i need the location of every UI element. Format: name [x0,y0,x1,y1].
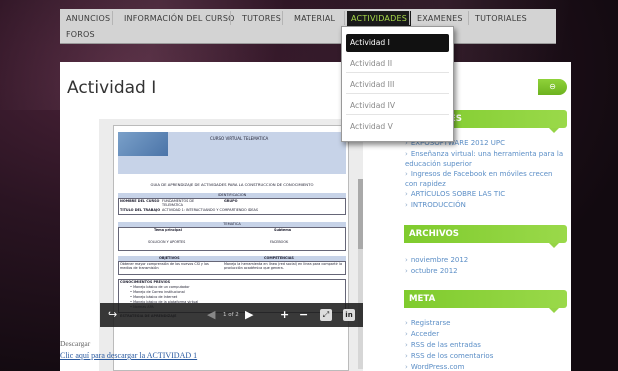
nav-separator [468,11,469,25]
nav-separator [112,11,113,25]
chevron-right-icon: › [405,267,408,275]
zoom-out-icon[interactable]: − [299,303,308,327]
doc-tema-principal: Tema principal [154,228,182,232]
fullscreen-icon[interactable]: ⤢ [320,309,332,321]
doc-header-title: CURSO VIRTUAL TELEMATICA [210,136,269,141]
chevron-right-icon: › [405,170,408,178]
nav-separator [344,11,345,25]
viewer-toolbar: ↪ ◀ 1 of 2 ▶ + − ⤢ in [100,303,363,327]
prev-page-icon[interactable]: ◀ [207,303,215,327]
nav-separator [282,11,283,25]
chevron-right-icon: › [405,190,408,198]
nav-item-examenes[interactable]: EXAMENES [413,11,467,27]
linkedin-icon[interactable]: in [343,309,355,321]
doc-prev-item: • Manejo básico de un computador [130,285,190,289]
doc-label-nombre: NOMBRE DEL CURSO [120,199,160,203]
nav-item-tutoriales[interactable]: TUTORIALES [471,11,531,27]
search-icon: ⊖ [549,82,556,91]
doc-tema-value: SOLUCION Y APORTES [148,240,186,244]
document-viewer[interactable]: CURSO VIRTUAL TELEMATICA GUIA DE APRENDI… [99,119,363,371]
doc-label-grupo: GRUPO [224,199,238,203]
download-label: Descargar [60,339,91,348]
meta-link[interactable]: › WordPress.com [405,362,565,371]
content-panel: Actividad I CURSO VIRTUAL TELEMATICA GUI… [60,62,571,371]
doc-prev-item: • Manejo básico de Internet [130,295,178,299]
chevron-right-icon: › [405,352,408,360]
chevron-right-icon: › [405,150,408,158]
widget-title-meta: META [404,290,567,313]
nav-separator [230,11,231,25]
next-page-icon[interactable]: ▶ [245,303,253,327]
viewer-scrollbar-thumb[interactable] [358,179,363,249]
nav-item-tutores[interactable]: TUTORES [238,11,285,27]
document-page: CURSO VIRTUAL TELEMATICA GUIA DE APRENDI… [113,125,349,371]
doc-logo [118,132,168,156]
nav-item-material[interactable]: MATERIAL [290,11,339,27]
nav-separator [409,11,410,25]
doc-prev-item: • Manejo de Correo institucional [130,290,185,294]
nav-item-anuncios[interactable]: ANUNCIOS [62,11,114,27]
doc-subtema: Subtema [274,228,292,232]
recent-post-link[interactable]: › INTRODUCCIÓN [405,200,565,210]
archive-link[interactable]: › noviembre 2012 [405,255,565,265]
nav-item-foros[interactable]: FOROS [62,27,99,43]
nav-item-actividades[interactable]: ACTIVIDADES [347,11,411,27]
search-button[interactable]: ⊖ [538,79,567,95]
dropdown-item-actividad-2[interactable]: Actividad II [346,55,449,73]
recent-post-link[interactable]: › Enseñanza virtual: una herramienta para… [405,149,565,169]
main-navigation: ANUNCIOS INFORMACIÓN DEL CURSO TUTORES M… [60,9,556,44]
widget-title-archives: ARCHIVOS [404,225,567,248]
doc-competencias: COMPETENCIAS [264,256,294,260]
doc-value-nombre: FUNDAMENTOS DE TELEMATICA [162,199,195,207]
chevron-right-icon: › [405,363,408,371]
download-link[interactable]: Clic aquí para descargar la ACTIVIDAD 1 [60,351,197,360]
page-indicator: 1 of 2 [223,312,239,318]
chevron-right-icon: › [405,201,408,209]
dropdown-item-actividad-1[interactable]: Actividad I [346,34,449,52]
zoom-in-icon[interactable]: + [280,303,289,327]
recent-post-link[interactable]: › Ingresos de Facebook en móviles crecen … [405,169,565,189]
meta-link[interactable]: › Acceder [405,329,565,339]
dropdown-item-actividad-3[interactable]: Actividad III [346,76,449,94]
chevron-right-icon: › [405,341,408,349]
meta-link[interactable]: › RSS de los comentarios [405,351,565,361]
dropdown-item-actividad-4[interactable]: Actividad IV [346,97,449,115]
doc-objetivo-text: Obtener mayor comprensión de los nuevos … [120,262,209,270]
share-icon[interactable]: ↪ [108,303,117,327]
chevron-right-icon: › [405,256,408,264]
nav-item-informacion[interactable]: INFORMACIÓN DEL CURSO [120,11,239,27]
meta-link[interactable]: › RSS de las entradas [405,340,565,350]
page-title: Actividad I [67,78,157,98]
doc-label-titulo: TITULO DEL TRABAJO [120,208,161,212]
meta-link[interactable]: › Registrarse [405,318,565,328]
chevron-right-icon: › [405,319,408,327]
archive-link[interactable]: › octubre 2012 [405,266,565,276]
doc-objetivos: OBJETIVOS [159,256,180,260]
doc-competencia-text: Manejo la herramienta en línea (red soci… [224,262,343,270]
chevron-right-icon: › [405,330,408,338]
recent-post-link[interactable]: › ARTÍCULOS SOBRE LAS TIC [405,189,565,199]
doc-guide-title: GUIA DE APRENDIZAJE DE ACTIVIDADES PARA … [150,182,314,187]
doc-subtema-value: FACEBOOK [270,240,289,244]
dropdown-item-actividad-5[interactable]: Actividad V [346,118,449,136]
doc-value-titulo: ACTIVIDAD 1: INTERACTUANDO Y COMPARTIEND… [162,208,259,212]
actividades-dropdown-menu: Actividad I Actividad II Actividad III A… [341,26,454,142]
doc-table-tematica [118,227,346,251]
